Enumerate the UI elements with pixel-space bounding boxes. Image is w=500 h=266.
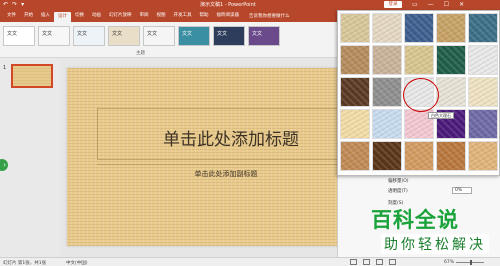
theme-thumbnail[interactable]: 文文 [73,26,105,46]
tab-insert[interactable]: 插入 [37,12,54,20]
texture-walnut[interactable] [372,141,402,171]
texture-woven-mat[interactable] [436,13,466,43]
placeholder-divider [97,164,365,165]
tab-design[interactable]: 设计 [54,12,71,22]
slide-counter: 幻灯片 第1张，共1张 [3,261,47,266]
texture-oak[interactable] [404,141,434,171]
slideshow-view-icon[interactable] [389,259,396,265]
reading-view-icon[interactable] [376,259,383,265]
tab-animations[interactable]: 动画 [88,12,105,20]
zoom-slider-knob[interactable] [470,260,472,265]
texture-water-droplets[interactable] [468,13,498,43]
theme-thumbnail[interactable]: 文文 [178,26,210,46]
theme-thumbnail[interactable]: 文文 [213,26,245,46]
selection-highlight [403,78,439,112]
view-buttons [350,259,396,265]
theme-thumbnail[interactable]: 文文 [248,26,280,46]
title-placeholder[interactable]: 单击此处添加标题 [97,108,365,160]
theme-thumbnail[interactable]: 文文 [3,26,35,46]
texture-papyrus[interactable] [340,13,370,43]
tab-transitions[interactable]: 切换 [71,12,88,20]
slide-title[interactable]: 单击此处添加标题 [98,125,364,150]
sorter-view-icon[interactable] [363,259,370,265]
watermark-title: 百科全说 [371,208,459,232]
undo-icon[interactable]: ↶ [3,1,8,9]
tab-foxit[interactable]: 福昕阅读器 [213,12,244,20]
tab-help[interactable]: 帮助 [196,12,213,20]
tab-review[interactable]: 审阅 [136,12,153,20]
window-controls: ▭ — ☐ ✕ [412,0,464,10]
login-button[interactable]: 登录 [384,1,402,8]
redo-icon[interactable]: ↷ [12,1,17,9]
window-title: 演示文稿1 - PowerPoint [200,2,256,8]
theme-thumbnail[interactable]: 文文 [38,26,70,46]
watermark: 百科全说 助你轻松解决 [365,200,495,256]
texture-bouquet[interactable] [468,109,498,139]
texture-cork[interactable] [340,141,370,171]
texture-white-marble[interactable] [468,45,498,75]
transparency-input[interactable]: 0% [452,187,472,194]
theme-thumbnail[interactable]: 文文 [108,26,140,46]
texture-granite[interactable] [372,77,402,107]
tab-view[interactable]: 视图 [153,12,170,20]
zoom-level[interactable]: 67% [444,260,454,265]
texture-light-wood[interactable] [468,141,498,171]
watermark-subtitle: 助你轻松解决 [381,234,489,254]
texture-tooltip: 白色大理石 [428,112,454,119]
customize-icon[interactable]: ▾ [21,1,24,9]
slide-edit-area: 单击此处添加标题 单击此处添加副标题 [60,58,385,257]
texture-recycled-paper[interactable] [436,77,466,107]
close-icon[interactable]: ✕ [459,0,464,10]
texture-canvas[interactable] [372,13,402,43]
normal-view-icon[interactable] [350,259,357,265]
texture-denim[interactable] [404,13,434,43]
tile-label: 偏移量(O) [388,179,409,184]
slide-thumbnail[interactable] [11,64,53,88]
tab-slideshow[interactable]: 幻灯片放映 [105,12,136,20]
group-label-themes: 主题 [136,51,145,56]
texture-green-marble[interactable] [436,45,466,75]
minimize-icon[interactable]: — [428,0,434,10]
theme-thumbnail[interactable]: 文文 [143,26,175,46]
maximize-icon[interactable]: ☐ [444,0,449,10]
texture-brown-marble[interactable] [340,77,370,107]
transparency-label: 透明度(T) [388,189,408,194]
texture-sand[interactable] [404,45,434,75]
title-bar: ↶ ↷ ▾ 演示文稿1 - PowerPoint 登录 ▭ — ☐ ✕ [0,0,500,10]
tab-developer[interactable]: 开发工具 [170,12,196,20]
texture-blue-tissue[interactable] [372,109,402,139]
ribbon-display-icon[interactable]: ▭ [412,0,418,10]
slide-thumbnails-pane: 1 [0,58,60,257]
tab-file[interactable]: 文件 [3,12,20,20]
language-indicator[interactable]: 中文(中国) [66,260,88,266]
tell-me-search[interactable]: 告诉我你想要做什么 [249,13,290,19]
slide-number: 1 [3,65,7,71]
status-bar: 幻灯片 第1张，共1张 中文(中国) 67% [0,257,500,266]
tab-home[interactable]: 开始 [20,12,37,20]
texture-parchment[interactable] [468,77,498,107]
texture-paper-bag[interactable] [340,45,370,75]
texture-fish-fossil[interactable] [372,45,402,75]
texture-medium-wood[interactable] [436,141,466,171]
quick-access-toolbar: ↶ ↷ ▾ [3,1,24,9]
texture-stationery[interactable] [340,109,370,139]
